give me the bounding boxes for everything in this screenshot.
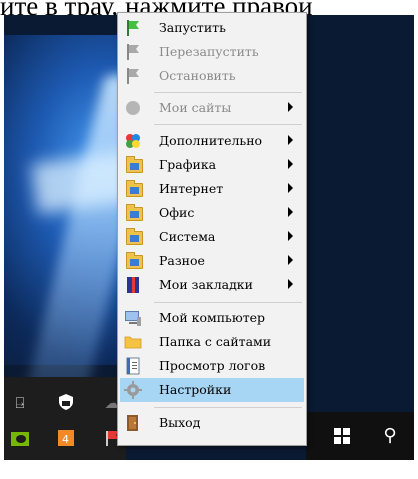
gear-icon	[124, 381, 142, 399]
menu-item-my-sites[interactable]: Мои сайты	[120, 96, 304, 120]
folder-app-icon	[124, 180, 143, 198]
menu-separator	[154, 302, 302, 303]
menu-item-label: Система	[159, 229, 216, 244]
nvidia-icon[interactable]	[10, 431, 30, 451]
submenu-arrow-icon	[288, 135, 293, 145]
folder-icon	[124, 333, 142, 351]
submenu-arrow-icon	[288, 159, 293, 169]
search-icon[interactable]: ⚲	[378, 424, 402, 448]
menu-item-sites-folder[interactable]: Папка с сайтами	[120, 330, 304, 354]
menu-item-exit[interactable]: Выход	[120, 411, 304, 435]
menu-item-label: Мой компьютер	[159, 310, 266, 325]
menu-item-label: Перезапустить	[159, 44, 259, 59]
taskbar: ⚲	[306, 412, 414, 460]
menu-item-system[interactable]: Система	[120, 225, 304, 249]
log-icon	[124, 357, 142, 375]
flag-green-icon	[124, 19, 142, 37]
menu-item-label: Запустить	[159, 20, 226, 35]
menu-item-settings[interactable]: Настройки	[120, 378, 304, 402]
submenu-arrow-icon	[288, 279, 293, 289]
menu-item-bookmarks[interactable]: Мои закладки	[120, 273, 304, 297]
bookmark-book-icon	[124, 276, 142, 294]
submenu-arrow-icon	[288, 183, 293, 193]
menu-item-label: Остановить	[159, 68, 236, 83]
menu-item-internet[interactable]: Интернет	[120, 177, 304, 201]
computer-icon	[124, 309, 142, 327]
menu-item-label: Выход	[159, 415, 201, 430]
menu-separator	[154, 124, 302, 125]
menu-separator	[154, 407, 302, 408]
submenu-arrow-icon	[288, 231, 293, 241]
menu-item-restart[interactable]: Перезапустить	[120, 40, 304, 64]
tray-context-menu: Запустить Перезапустить Остановить Мои с…	[117, 12, 307, 446]
windows-start-icon[interactable]	[334, 428, 350, 444]
menu-item-additional[interactable]: Дополнительно	[120, 129, 304, 153]
gray-circle-icon	[124, 99, 142, 117]
menu-item-label: Мои сайты	[159, 100, 232, 115]
app-tray-icon[interactable]: 4	[56, 429, 76, 449]
menu-item-misc[interactable]: Разное	[120, 249, 304, 273]
menu-item-stop[interactable]: Остановить	[120, 64, 304, 88]
menu-item-label: Настройки	[159, 382, 232, 397]
usb-icon[interactable]: ⍈	[10, 393, 30, 413]
menu-separator	[154, 92, 302, 93]
menu-item-label: Папка с сайтами	[159, 334, 272, 349]
submenu-arrow-icon	[288, 207, 293, 217]
submenu-arrow-icon	[288, 255, 293, 265]
exit-door-icon	[124, 414, 142, 432]
menu-item-label: Разное	[159, 253, 205, 268]
menu-item-graphics[interactable]: Графика	[120, 153, 304, 177]
submenu-arrow-icon	[288, 102, 293, 112]
flag-gray-icon	[124, 43, 142, 61]
menu-item-view-logs[interactable]: Просмотр логов	[120, 354, 304, 378]
menu-item-office[interactable]: Офис	[120, 201, 304, 225]
menu-item-label: Мои закладки	[159, 277, 253, 292]
folder-app-icon	[124, 156, 143, 174]
shield-icon[interactable]	[56, 393, 76, 413]
folder-app-icon	[124, 228, 143, 246]
menu-item-start[interactable]: Запустить	[120, 16, 304, 40]
menu-item-label: Графика	[159, 157, 217, 172]
menu-item-label: Просмотр логов	[159, 358, 266, 373]
folder-app-icon	[124, 204, 143, 222]
system-tray-overflow: ⍈ ☁ 4	[4, 377, 126, 460]
flag-gray-icon	[124, 67, 142, 85]
menu-item-label: Офис	[159, 205, 195, 220]
menu-item-label: Интернет	[159, 181, 224, 196]
menu-item-my-computer[interactable]: Мой компьютер	[120, 306, 304, 330]
additional-icon	[124, 132, 142, 150]
folder-app-icon	[124, 252, 143, 270]
menu-item-label: Дополнительно	[159, 133, 263, 148]
svg-text:4: 4	[62, 433, 69, 446]
